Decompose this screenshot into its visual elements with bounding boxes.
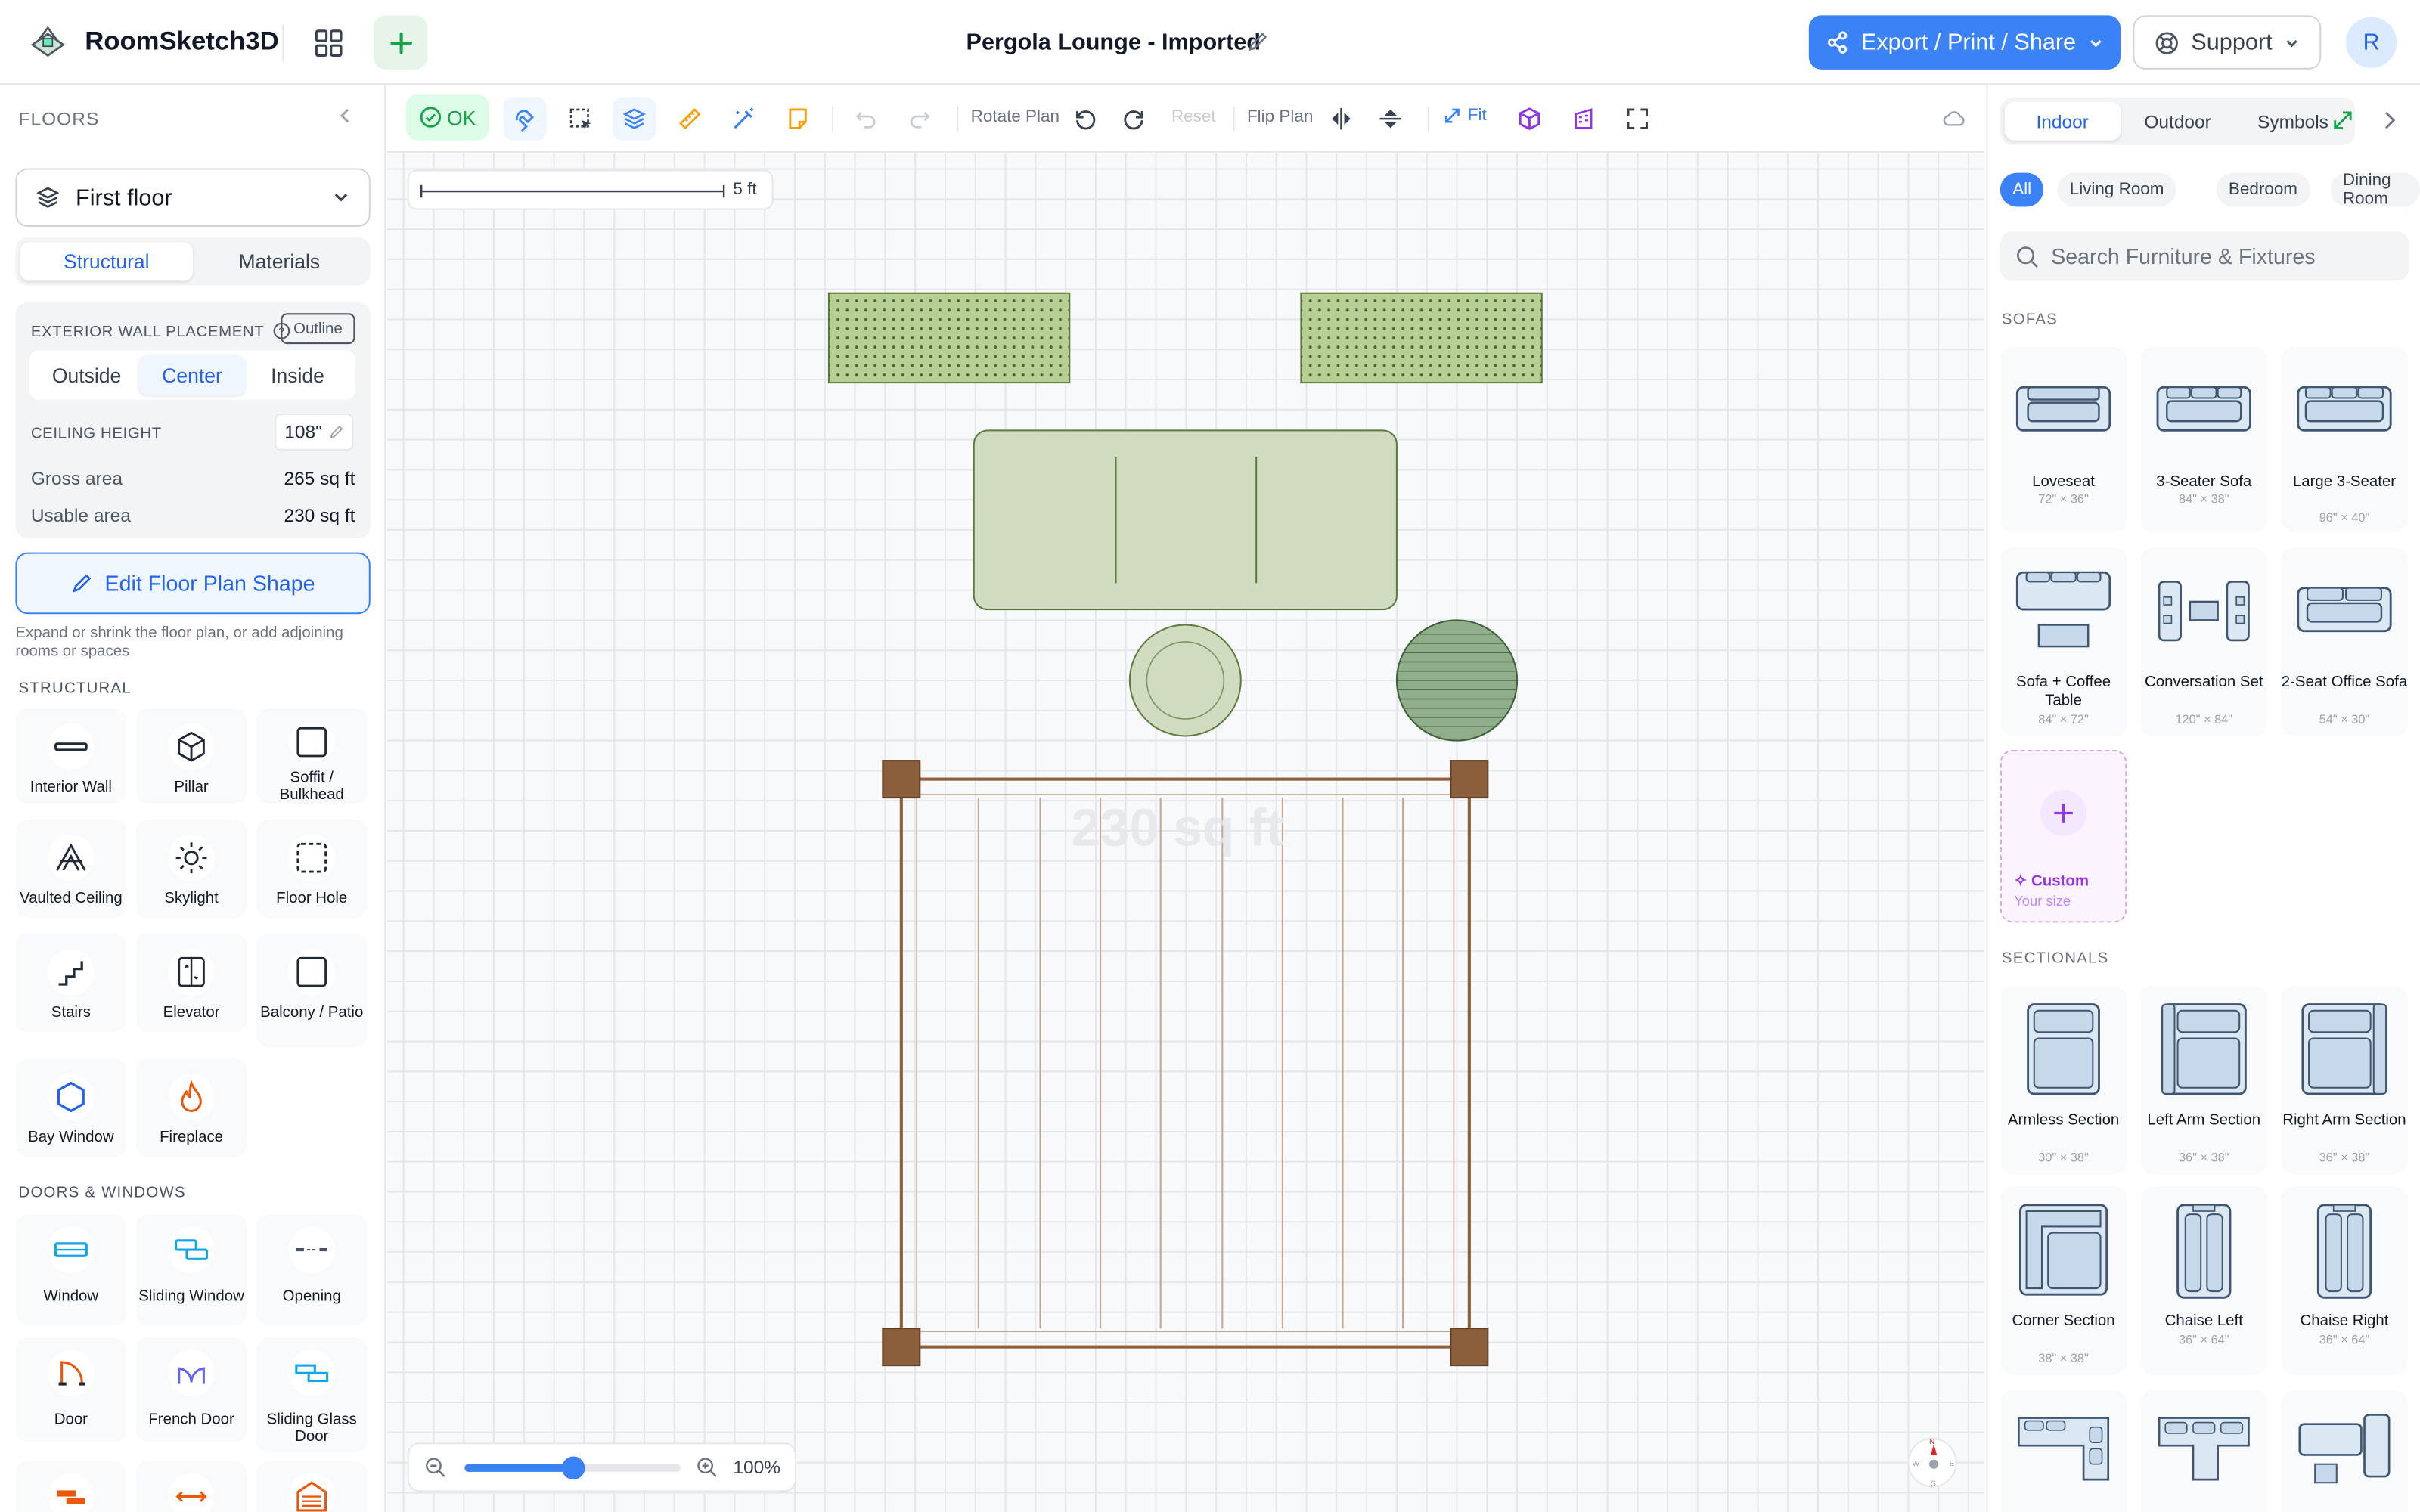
armless-section-icon [2027,1003,2100,1095]
right-arm-section-icon [2301,1003,2387,1095]
furniture-catalog-panel: Indoor Outdoor Symbols All Living Room B… [1986,85,2420,1512]
sectional-left-arm[interactable]: Left Arm Section 36" × 38" [2140,986,2267,1175]
planter-right[interactable] [1300,292,1543,384]
item-name: Large 3-Seater [2292,473,2397,491]
plus-icon [2040,789,2087,837]
search-icon [2017,246,2038,267]
zoom-slider[interactable] [464,1456,681,1480]
loveseat-icon [2015,386,2111,432]
item-name: 2-Seat Office Sofa [2281,674,2408,692]
search-placeholder: Search Furniture & Fixtures [2051,243,2316,269]
item-size: 36" × 38" [2179,1151,2229,1165]
sectionals-heading: SECTIONALS [2001,950,2109,968]
item-size: 38" × 38" [2038,1351,2089,1366]
custom-label-text: Custom [2031,873,2090,891]
sofas-heading: SOFAS [2001,311,2059,329]
zoom-slider-thumb[interactable] [560,1456,585,1480]
item-size: 96" × 40" [2319,510,2370,525]
scale-ruler-icon [420,184,725,198]
item-name: Loveseat [2032,473,2095,491]
modular-sectional-icon [2298,1414,2391,1484]
zoom-in-button[interactable] [696,1457,718,1486]
item-name: 3-Seater Sofa [2156,473,2252,491]
chip-dining-room[interactable]: Dining Room [2330,172,2420,209]
custom-sub: Your size [2014,893,2071,909]
expand-panel-button[interactable] [2332,110,2354,139]
item-name: Conversation Set [2144,674,2263,692]
collapse-right-panel-button[interactable] [2380,110,2398,139]
sofa-loveseat[interactable]: Loveseat 72" × 36" [2000,347,2127,533]
sofa-coffee-table[interactable]: Sofa + Coffee Table 84" × 72" [2000,547,2127,736]
tab-indoor[interactable]: Indoor [2004,101,2121,141]
item-name: Corner Section [2012,1312,2115,1331]
item-name: Chaise Right [2300,1312,2389,1331]
sectional-right-arm[interactable]: Right Arm Section 36" × 38" [2281,986,2408,1175]
item-name: Left Arm Section [2147,1112,2261,1129]
item-size: 72" × 36" [2038,492,2089,507]
sectional-item-9[interactable] [2281,1390,2408,1512]
side-table-light[interactable] [1128,624,1242,737]
round-planter[interactable] [1395,619,1519,742]
custom-label: ✧ Custom [2014,873,2090,891]
l-sectional-icon [2018,1417,2110,1481]
item-size: 36" × 64" [2319,1333,2370,1347]
sofa-3-seater[interactable]: 3-Seater Sofa 84" × 38" [2140,347,2267,533]
conversation-set-icon [2158,581,2250,642]
outdoor-sofa[interactable] [973,429,1398,611]
compass-n: N [1929,1438,1935,1448]
compass-s: S [1931,1479,1936,1489]
item-size: 84" × 38" [2179,492,2229,507]
sectional-armless[interactable]: Armless Section 30" × 38" [2000,986,2127,1175]
area-watermark: 230 sq ft [1071,799,1284,858]
zoom-out-icon [426,1458,445,1477]
custom-size-tile[interactable]: ✧ Custom Your size [2000,749,2127,923]
sectional-item-8[interactable] [2140,1390,2267,1512]
sofa-2-seat-office[interactable]: 2-Seat Office Sofa 54" × 30" [2281,547,2408,736]
chip-all[interactable]: All [2000,172,2044,207]
item-size: 54" × 30" [2319,712,2370,727]
planter-left[interactable] [827,292,1071,384]
item-size: 84" × 72" [2038,712,2089,727]
zoom-out-button[interactable] [424,1457,446,1486]
item-size: 30" × 38" [2038,1151,2089,1165]
compass-widget[interactable]: N W E S [1907,1438,1957,1489]
scale-label: 5 ft [733,180,757,200]
zoom-value: 100% [733,1456,781,1479]
furniture-search-input[interactable]: Search Furniture & Fixtures [2000,231,2409,281]
three-seater-sofa-icon [2156,386,2251,432]
sofa-coffee-table-icon [2015,571,2111,648]
item-name: Sofa + Coffee Table [2016,674,2111,710]
sectional-corner[interactable]: Corner Section 38" × 38" [2000,1186,2127,1375]
large-sofa-icon [2297,386,2392,432]
item-name: Armless Section [2007,1112,2120,1129]
office-sofa-icon [2297,587,2392,633]
left-arm-section-icon [2161,1003,2247,1095]
sofa-conversation-set[interactable]: Conversation Set 120" × 84" [2140,547,2267,736]
item-name: Right Arm Section [2282,1112,2406,1129]
corner-section-icon [2018,1204,2108,1296]
chip-living-room[interactable]: Living Room [2057,172,2176,207]
item-size: 36" × 64" [2179,1333,2229,1347]
sectional-chaise-left[interactable]: Chaise Left 36" × 64" [2140,1186,2267,1375]
sectional-item-7[interactable] [2000,1390,2127,1512]
sofa-large-3-seater[interactable]: Large 3-Seater 96" × 40" [2281,347,2408,533]
item-name: Chaise Left [2164,1312,2243,1331]
compass-w: W [1912,1459,1920,1469]
zoom-in-icon [697,1458,717,1477]
chip-bedroom[interactable]: Bedroom [2216,172,2310,207]
expand-icon [2334,111,2352,129]
item-size: 120" × 84" [2175,712,2233,727]
sectional-chaise-right[interactable]: Chaise Right 36" × 64" [2281,1186,2408,1375]
tab-outdoor[interactable]: Outdoor [2120,102,2235,141]
compass-e: E [1949,1459,1955,1469]
chaise-right-icon [2316,1204,2372,1299]
item-size: 36" × 38" [2319,1151,2370,1165]
chaise-left-icon [2176,1204,2232,1299]
zoom-slider-fill [464,1464,573,1472]
chevron-right-icon [2385,111,2396,129]
catalog-tabs: Indoor Outdoor Symbols [2000,97,2356,145]
scale-bar: 5 ft [407,169,774,210]
l-sectional-icon [2158,1417,2250,1481]
zoom-control: 100% [407,1442,797,1492]
